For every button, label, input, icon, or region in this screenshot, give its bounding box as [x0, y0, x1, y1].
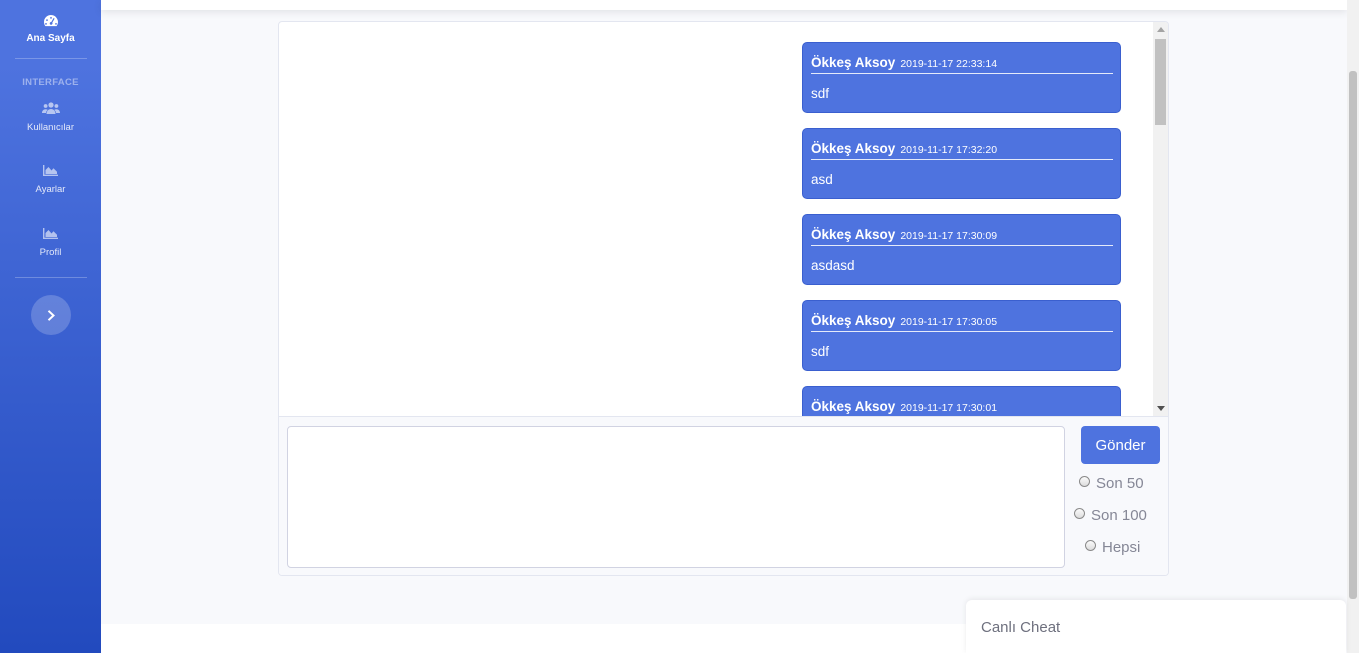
message-time: 2019-11-17 17:32:20 — [900, 144, 998, 156]
scroll-up-arrow-icon[interactable] — [1157, 27, 1165, 32]
message-author: Ökkeş Aksoy — [811, 55, 896, 70]
sidebar-item-label: Kullanıcılar — [27, 122, 74, 133]
option-last-50[interactable]: Son 50 — [1079, 475, 1144, 492]
chat-card: Ökkeş Aksoy 2019-11-17 22:33:14 sdf Ökkeş… — [278, 21, 1169, 576]
option-label: Hepsi — [1102, 539, 1141, 556]
nav-home[interactable]: Ana Sayfa — [0, 0, 101, 58]
chat-message: Ökkeş Aksoy 2019-11-17 17:30:05 sdf — [802, 300, 1121, 371]
message-scrollbar[interactable] — [1153, 22, 1168, 416]
content-footer — [101, 624, 966, 653]
option-label: Son 50 — [1096, 475, 1144, 492]
sidebar-heading: INTERFACE — [22, 77, 79, 88]
scroll-down-arrow-icon[interactable] — [1157, 406, 1165, 411]
chevron-right-icon — [47, 309, 55, 321]
message-input[interactable] — [287, 426, 1065, 568]
message-time: 2019-11-17 17:30:09 — [900, 230, 998, 242]
sidebar-item-settings[interactable]: Ayarlar — [0, 165, 101, 214]
users-icon — [41, 102, 60, 114]
area-chart-icon — [43, 165, 58, 176]
dashboard-gauge-icon — [43, 15, 58, 27]
page-scrollbar-thumb[interactable] — [1349, 71, 1357, 599]
message-text: asd — [811, 172, 833, 187]
area-chart-icon — [43, 228, 58, 239]
message-author: Ökkeş Aksoy — [811, 313, 896, 328]
message-author: Ökkeş Aksoy — [811, 227, 896, 242]
sidebar-item-users[interactable]: Kullanıcılar — [0, 102, 101, 151]
live-chat-label: Canlı Cheat — [981, 619, 1061, 636]
live-chat-widget[interactable]: Canlı Cheat — [966, 600, 1346, 653]
chat-message: Ökkeş Aksoy 2019-11-17 17:32:20 asd — [802, 128, 1121, 199]
topbar — [101, 0, 1347, 10]
message-text: asdasd — [811, 258, 855, 273]
message-text: sdf — [811, 86, 830, 101]
sidebar-item-profile[interactable]: Profil — [0, 228, 101, 277]
message-time: 2019-11-17 17:30:05 — [900, 316, 998, 328]
sidebar-item-label: Profil — [39, 247, 62, 258]
message-list[interactable]: Ökkeş Aksoy 2019-11-17 22:33:14 sdf Ökkeş… — [279, 22, 1168, 416]
option-label: Son 100 — [1091, 507, 1147, 524]
page-scrollbar[interactable] — [1347, 0, 1359, 653]
chat-message: Ökkeş Aksoy 2019-11-17 17:30:09 asdasd — [802, 214, 1121, 285]
message-author: Ökkeş Aksoy — [811, 399, 896, 414]
message-text: sdf — [811, 344, 830, 359]
message-author: Ökkeş Aksoy — [811, 141, 896, 156]
chat-message: Ökkeş Aksoy 2019-11-17 17:30:01 — [802, 386, 1121, 416]
sidebar-toggle-button[interactable] — [30, 295, 71, 335]
send-button[interactable]: Gönder — [1081, 426, 1160, 464]
radio-button[interactable] — [1079, 476, 1090, 487]
radio-button[interactable] — [1074, 508, 1085, 519]
sidebar-divider — [14, 58, 87, 59]
chat-message: Ökkeş Aksoy 2019-11-17 22:33:14 sdf — [802, 42, 1121, 113]
option-all[interactable]: Hepsi — [1085, 539, 1140, 556]
option-last-100[interactable]: Son 100 — [1074, 507, 1147, 524]
sidebar-item-label: Ayarlar — [35, 184, 66, 195]
radio-button[interactable] — [1085, 540, 1096, 551]
message-time: 2019-11-17 17:30:01 — [900, 402, 998, 414]
message-time: 2019-11-17 22:33:14 — [900, 58, 998, 70]
sidebar: Ana Sayfa INTERFACE Kullanıcılar Ayarlar… — [0, 0, 101, 653]
chat-footer: Gönder Son 50 Son 100 Hepsi — [279, 416, 1168, 575]
nav-home-label: Ana Sayfa — [26, 33, 75, 44]
scrollbar-thumb[interactable] — [1155, 39, 1166, 125]
sidebar-divider — [14, 277, 87, 278]
